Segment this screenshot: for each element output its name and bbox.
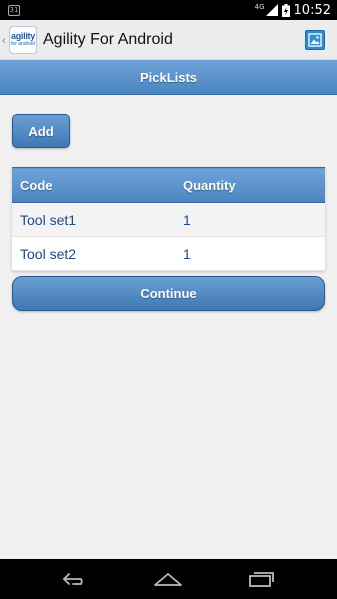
cell-quantity[interactable]: 1 [175, 202, 325, 237]
picklist-table: Code Quantity Tool set1 1 Tool set2 1 [12, 167, 325, 271]
chevron-left-icon[interactable]: ‹ [2, 33, 8, 47]
column-header-code: Code [12, 167, 175, 203]
home-icon[interactable] [148, 564, 188, 594]
signal-icon [265, 4, 278, 16]
table-row[interactable]: Tool set2 1 [12, 236, 325, 271]
clock: 10:52 [293, 2, 331, 18]
app-logo-subtext: for android [11, 41, 35, 47]
table-header-row: Code Quantity [12, 167, 325, 203]
page-title: PickLists [139, 69, 198, 85]
page-header: PickLists [0, 60, 337, 95]
app-logo-text: agility [11, 31, 35, 41]
picture-icon [308, 33, 322, 47]
cell-code[interactable]: Tool set1 [12, 202, 175, 237]
app-title: Agility For Android [43, 30, 173, 48]
image-icon[interactable] [305, 30, 325, 50]
calendar-notification-icon: 31 [8, 4, 20, 16]
notification-count: 31 [9, 6, 19, 14]
continue-button[interactable]: Continue [12, 276, 325, 311]
network-type-label: 4G [254, 3, 265, 11]
cell-quantity[interactable]: 1 [175, 236, 325, 271]
battery-charging-icon [281, 3, 290, 17]
table-row[interactable]: Tool set1 1 [12, 202, 325, 237]
add-button[interactable]: Add [12, 114, 70, 148]
status-bar: 31 4G 10:52 [0, 0, 337, 20]
navigation-bar [0, 559, 337, 599]
cell-code[interactable]: Tool set2 [12, 236, 175, 271]
back-icon[interactable] [56, 564, 96, 594]
action-bar: ‹ agility for android Agility For Androi… [0, 20, 337, 60]
app-logo[interactable]: agility for android [9, 25, 37, 54]
recent-apps-icon[interactable] [241, 564, 281, 594]
column-header-quantity: Quantity [175, 167, 325, 203]
